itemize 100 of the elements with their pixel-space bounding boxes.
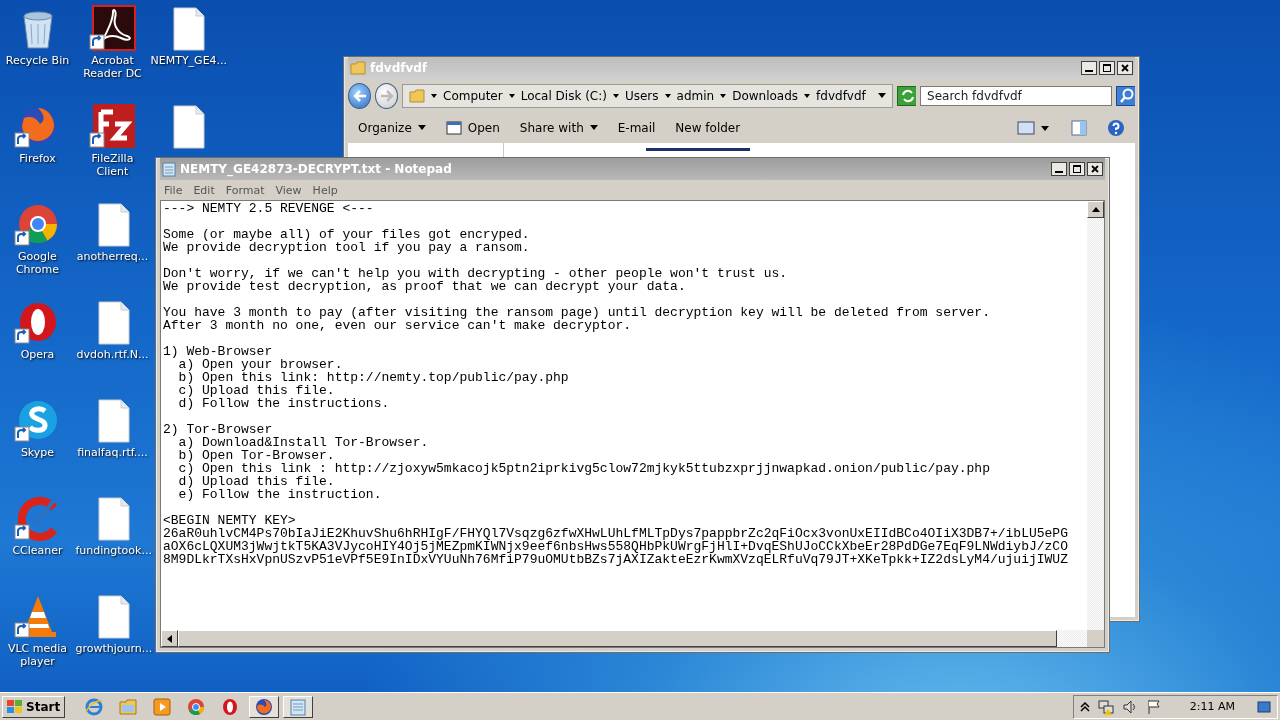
breadcrumb[interactable]: Computer	[443, 89, 503, 103]
caret-icon	[417, 125, 426, 131]
vertical-scrollbar[interactable]	[1087, 201, 1104, 630]
icon-label[interactable]: CCleaner	[12, 544, 63, 557]
flag-icon[interactable]	[1145, 698, 1162, 715]
help-icon[interactable]	[1107, 119, 1125, 137]
chevron-icon	[664, 92, 671, 100]
folder-icon	[409, 89, 425, 103]
maximize-icon	[1072, 164, 1082, 174]
icon-label[interactable]: VLC media player	[0, 642, 75, 668]
up-arrow-icon	[1091, 207, 1100, 212]
icon-label[interactable]: NEMTY_GE4...	[150, 54, 225, 67]
text-line: b) Open Tor-Browser.	[177, 449, 336, 462]
toolbar-button[interactable]: New folder	[675, 121, 741, 135]
address-bar[interactable]: Computer Local Disk (C:) Users admin Downloads fdvdfvdf	[402, 84, 893, 108]
network-icon[interactable]	[1097, 698, 1114, 715]
taskbar-button[interactable]	[283, 695, 314, 718]
caret-icon	[877, 93, 886, 99]
text-line: c) Open this link : http://zjoxyw5mkacojk5ptn2iprkivg5clow72mjkyk5ttubzxprjjnwapkad.onion/public/pay.php	[177, 462, 991, 475]
icon-label[interactable]: dvdoh.rtf.N...	[76, 348, 149, 361]
browser-icon	[85, 697, 104, 716]
minimize-button[interactable]	[1051, 162, 1067, 176]
menu-item[interactable]: Format	[221, 183, 272, 197]
maximize-button[interactable]	[1069, 162, 1085, 176]
text-line: 26aR0uhlvCM4Ps70bIaJiE2KhuvShu6hRHIgF/FHYQl7Vsqzg6zfwXHwLUhLfMLTpDys7pappbrZc2qFiOcx3vonUxEIIdBCo4OIiX3DB7+/ibLU5ePG	[163, 527, 1069, 540]
back-button[interactable]	[348, 83, 371, 109]
view-icon[interactable]	[1017, 121, 1051, 135]
close-icon	[1090, 164, 1100, 174]
window-icon	[445, 120, 462, 136]
breadcrumb[interactable]: Downloads	[732, 89, 799, 103]
toolbar-button[interactable]: Organize	[358, 121, 426, 135]
close-icon	[1120, 63, 1130, 73]
breadcrumb[interactable]: Local Disk (C:)	[520, 89, 607, 103]
maximize-button[interactable]	[1099, 61, 1115, 75]
clock[interactable]: 2:11 AM	[1189, 700, 1235, 713]
search-field[interactable]: Search fdvdfvdf	[920, 86, 1112, 106]
icon-label[interactable]: Skype	[20, 446, 55, 459]
icon-label[interactable]: Firefox	[19, 152, 56, 165]
icon-label[interactable]: Google Chrome	[0, 250, 75, 276]
text-line: a) Open your browser.	[177, 358, 344, 371]
text-line: Some (or maybe all) of your files got encryped.	[163, 228, 531, 241]
maximize-icon	[1102, 63, 1112, 73]
toolbar-button[interactable]: Share with	[519, 121, 598, 135]
toolbar-button[interactable]: E-mail	[617, 121, 656, 135]
back-arrow-icon	[352, 90, 367, 102]
text-line: After 3 month no one, even our service can't make decryptor.	[163, 319, 633, 332]
minimize-icon	[1085, 70, 1093, 72]
app-icon[interactable]	[88, 102, 137, 150]
breadcrumb[interactable]: admin	[676, 89, 715, 103]
icon-label[interactable]: fundingtook...	[75, 544, 150, 557]
refresh-icon[interactable]	[896, 86, 917, 106]
close-button[interactable]	[1117, 61, 1133, 75]
start-button[interactable]: Start	[2, 695, 66, 718]
icon-label[interactable]: growthjourn...	[75, 642, 150, 655]
text-line: aOX6cLQXUM3jWwjtkT5KA3VJycoHIY4Oj5jMEZpmKIWNjx9eef6nbsHws558QHbPkUWrgFjHlI+DvqEShUJoCCkXbeEr28PdDGe7EqF9LNWdiybJ/zCO	[163, 540, 1069, 553]
text-line: We provide decryption tool if you pay a ransom.	[163, 241, 531, 254]
chevron-up-icon[interactable]	[1079, 701, 1090, 712]
search-icon[interactable]	[1115, 86, 1135, 106]
forward-button[interactable]	[375, 83, 398, 109]
scroll-up-button[interactable]	[1087, 201, 1104, 218]
notepad-icon	[162, 161, 176, 177]
window-title: fdvdfvdf	[370, 61, 429, 75]
text-line: 1) Web-Browser	[163, 345, 274, 358]
toolbar-button[interactable]: Open	[445, 120, 500, 136]
text-line: d) Upload this file.	[177, 475, 336, 488]
icon-label[interactable]: finalfaq.rtf....	[77, 446, 148, 459]
chevron-icon	[804, 92, 811, 100]
breadcrumb[interactable]: Users	[624, 89, 659, 103]
text-line: We provide test decryption, as proof that we can decrypt your data.	[163, 280, 687, 293]
speaker-icon[interactable]	[1121, 698, 1138, 715]
text-line: ---> NEMTY 2.5 REVENGE <---	[163, 202, 375, 215]
menu-item[interactable]: Help	[308, 183, 345, 197]
firefox-icon	[255, 697, 274, 716]
chevron-icon	[720, 92, 727, 100]
left-arrow-icon	[167, 634, 172, 643]
folder-icon	[119, 698, 138, 715]
minimize-icon	[1055, 171, 1063, 173]
text-line: Don't worry, if we can't help you with decrypting - other people won't trust us.	[163, 267, 789, 280]
close-button[interactable]	[1087, 162, 1103, 176]
chrome-icon	[187, 697, 206, 716]
text-line: 8M9DLkrTXsHxVpnUSzvP51eVPf5E9InIDxVYUuNh76MfiP79uOMUtbBZs7jAXIZakteEzrKwmXVzqELRfuVq79JT+XKeTpkk+IZ2dsLyM4/ujuijIWUZ	[163, 553, 1069, 566]
icon-label[interactable]: FileZilla Client	[75, 152, 150, 178]
icon-label[interactable]: anotherreq...	[76, 250, 149, 263]
windows-logo	[7, 699, 23, 714]
minimize-button[interactable]	[1081, 61, 1097, 75]
icon-label[interactable]: Recycle Bin	[5, 54, 70, 67]
app-icon[interactable]	[88, 4, 137, 52]
text-line: e) Follow the instruction.	[177, 488, 383, 501]
breadcrumb[interactable]: fdvdfvdf	[816, 89, 866, 103]
menu-item[interactable]: File	[160, 183, 190, 197]
menu-item[interactable]: Edit	[189, 183, 222, 197]
menu-item[interactable]: View	[271, 183, 309, 197]
icon-label[interactable]: Opera	[20, 348, 55, 361]
chevron-icon	[431, 92, 437, 100]
taskbar-button[interactable]	[249, 695, 280, 718]
icon-label[interactable]: Acrobat Reader DC	[75, 54, 150, 80]
preview-pane-icon[interactable]	[1071, 120, 1087, 136]
show-desktop-icon[interactable]	[1257, 699, 1271, 714]
forward-arrow-icon	[379, 90, 394, 102]
scroll-left-button[interactable]	[161, 630, 178, 647]
